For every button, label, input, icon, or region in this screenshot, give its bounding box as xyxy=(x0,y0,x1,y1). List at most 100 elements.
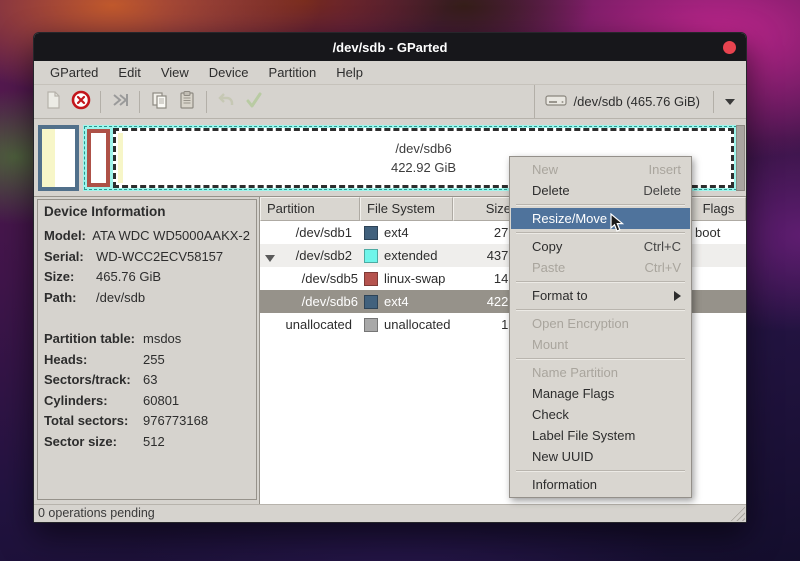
field-value: 512 xyxy=(143,433,165,449)
device-info-frame: Device Information Model: ATA WDC WD5000… xyxy=(37,199,257,500)
device-info-row: Size: 465.76 GiB xyxy=(44,267,250,288)
disk-drive-icon xyxy=(544,92,567,111)
delete-partition-button[interactable] xyxy=(67,88,95,116)
ctx-accel: Insert xyxy=(648,162,681,177)
ctx-label: Information xyxy=(532,477,598,492)
ctx-resize-move[interactable]: Resize/Move xyxy=(511,208,690,229)
menu-device[interactable]: Device xyxy=(199,61,259,84)
menu-separator xyxy=(516,470,685,471)
fs-color-swatch xyxy=(364,271,378,286)
device-info-row: Partition table: msdos xyxy=(44,329,250,350)
menu-separator xyxy=(516,281,685,282)
device-info-title: Device Information xyxy=(44,204,166,219)
ctx-label: New UUID xyxy=(532,449,594,464)
size-cell: 1. xyxy=(501,317,512,332)
ctx-label: Mount xyxy=(532,337,569,352)
field-label: Sectors/track: xyxy=(44,372,131,387)
ctx-delete[interactable]: Delete Delete xyxy=(511,180,690,201)
group-gap xyxy=(44,308,250,329)
partition-name-text: /dev/sdb2 xyxy=(295,248,352,263)
ctx-label: Format to xyxy=(532,288,588,303)
copy-button[interactable] xyxy=(145,88,173,116)
undo-button xyxy=(212,88,240,116)
title-bar[interactable]: /dev/sdb - GParted xyxy=(34,33,746,61)
tree-expander-icon[interactable] xyxy=(265,255,275,262)
ctx-copy[interactable]: Copy Ctrl+C xyxy=(511,236,690,257)
header-flags[interactable]: Flags xyxy=(691,197,746,221)
new-partition-button xyxy=(39,88,67,116)
ctx-label: Paste xyxy=(532,260,566,275)
device-info-row: Total sectors: 976773168 xyxy=(44,411,250,432)
flags-cell: boot xyxy=(695,225,721,240)
fs-color-swatch xyxy=(364,225,378,240)
resize-grip[interactable] xyxy=(730,506,745,521)
header-file-system[interactable]: File System xyxy=(360,197,453,221)
file-system-cell: extended xyxy=(360,248,453,263)
header-size[interactable]: Size xyxy=(453,197,516,221)
ctx-format-to[interactable]: Format to xyxy=(511,285,690,306)
ctx-name-partition: Name Partition xyxy=(511,362,690,383)
ctx-label: Open Encryption xyxy=(532,316,629,331)
menu-edit[interactable]: Edit xyxy=(108,61,150,84)
field-value: 255 xyxy=(143,351,165,367)
device-selector[interactable]: /dev/sdb (465.76 GiB) xyxy=(533,85,741,118)
ctx-label: Manage Flags xyxy=(532,386,615,401)
field-label: Path: xyxy=(44,289,77,305)
device-info-row: Model: ATA WDC WD5000AAKX-2 xyxy=(44,226,250,247)
window-title: /dev/sdb - GParted xyxy=(332,39,448,55)
size-cell: 14. xyxy=(493,271,512,286)
field-label: Heads: xyxy=(44,351,88,367)
partition-block-sdb1[interactable] xyxy=(38,125,79,191)
device-info-row: Cylinders: 60801 xyxy=(44,391,250,412)
partition-block-swap[interactable] xyxy=(87,129,110,187)
ctx-new-uuid[interactable]: New UUID xyxy=(511,446,690,467)
size-cell: 422. xyxy=(486,294,512,309)
submenu-arrow-icon xyxy=(674,290,681,301)
new-document-icon xyxy=(43,90,63,113)
field-label: Size: xyxy=(44,269,75,284)
field-value: ATA WDC WD5000AAKX-2 xyxy=(92,228,250,243)
field-value: 976773168 xyxy=(143,413,209,428)
ctx-label: Check xyxy=(532,407,569,422)
menu-help[interactable]: Help xyxy=(326,61,373,84)
ctx-open-encryption: Open Encryption xyxy=(511,313,690,334)
ctx-label: New xyxy=(532,162,559,177)
used-space-indicator xyxy=(42,129,55,187)
ctx-label-file-system[interactable]: Label File System xyxy=(511,425,690,446)
menu-partition[interactable]: Partition xyxy=(259,61,327,84)
ctx-accel: Ctrl+V xyxy=(644,260,681,275)
mouse-cursor-icon xyxy=(610,212,628,236)
partition-context-menu: New Insert Delete Delete Resize/Move Cop… xyxy=(509,156,692,498)
selected-partition-size: 422.92 GiB xyxy=(390,160,457,175)
ctx-information[interactable]: Information xyxy=(511,474,690,495)
field-label: Serial: xyxy=(44,248,84,264)
field-value: 60801 xyxy=(143,392,180,408)
field-value: msdos xyxy=(143,331,182,346)
toolbar-separator xyxy=(139,90,140,113)
ctx-manage-flags[interactable]: Manage Flags xyxy=(511,383,690,404)
ctx-label: Copy xyxy=(532,239,563,254)
menu-view[interactable]: View xyxy=(151,61,199,84)
menu-separator xyxy=(516,204,685,205)
ctx-check[interactable]: Check xyxy=(511,404,690,425)
used-space-indicator xyxy=(118,133,123,183)
device-info-panel: Device Information Model: ATA WDC WD5000… xyxy=(34,197,259,506)
menu-gparted[interactable]: GParted xyxy=(40,61,108,84)
menu-separator xyxy=(516,309,685,310)
field-label: Model: xyxy=(44,228,86,243)
close-button[interactable] xyxy=(723,41,736,54)
fs-color-swatch xyxy=(364,294,378,309)
delete-icon xyxy=(71,90,91,113)
copy-icon xyxy=(149,90,169,113)
device-info-row: Sector size: 512 xyxy=(44,432,250,453)
field-value: 63 xyxy=(143,372,158,387)
resize-move-icon xyxy=(110,90,130,113)
paste-icon xyxy=(177,90,197,113)
resize-move-button xyxy=(106,88,134,116)
field-value: 465.76 GiB xyxy=(96,269,162,284)
paste-button xyxy=(173,88,201,116)
field-value: WD-WCC2ECV58157 xyxy=(96,248,224,264)
apply-check-icon xyxy=(244,90,264,113)
header-partition[interactable]: Partition xyxy=(260,197,360,221)
diskbar-scrollbar[interactable] xyxy=(736,125,745,191)
